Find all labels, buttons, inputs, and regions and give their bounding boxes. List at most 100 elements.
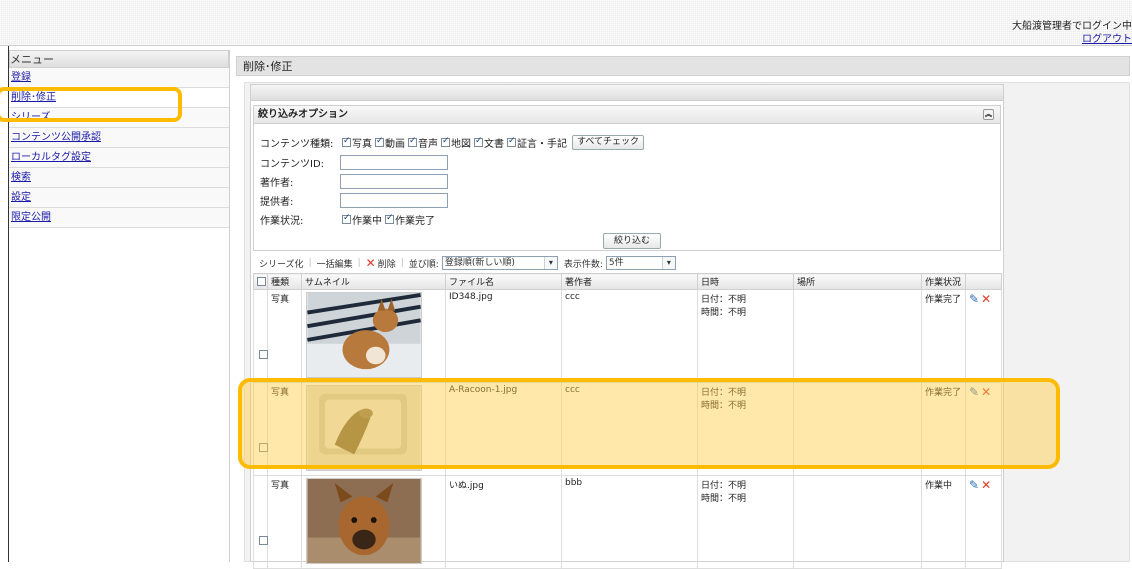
login-info: 大船渡管理者でログイン中 ログアウト bbox=[1012, 20, 1132, 46]
status-label: 作業状況: bbox=[260, 215, 304, 227]
filter-header: 絞り込みオプション ︽ bbox=[254, 106, 1000, 124]
column-header-datetime: 日時 bbox=[697, 273, 794, 290]
document-checkbox-label: 文書 bbox=[484, 138, 504, 150]
sidebar-link-content-approval[interactable]: コンテンツ公開承認 bbox=[11, 132, 101, 143]
toolbar-separator: | bbox=[308, 258, 312, 268]
map-checkbox[interactable] bbox=[441, 136, 450, 147]
row-select-cell bbox=[253, 289, 268, 383]
delete-x-icon[interactable]: ✕ bbox=[981, 385, 991, 399]
edit-pencil-icon[interactable]: ✎ bbox=[969, 292, 979, 306]
menu-title: メニュー bbox=[9, 50, 229, 68]
row-filename: ID348.jpg bbox=[445, 289, 562, 383]
row-filename: いぬ.jpg bbox=[445, 475, 562, 569]
sidebar-link-series[interactable]: シリーズ bbox=[11, 112, 51, 123]
row-thumbnail-cell bbox=[301, 289, 446, 383]
content-id-input[interactable] bbox=[340, 154, 448, 170]
sort-label: 並び順: bbox=[408, 259, 439, 270]
top-header-bar: 大船渡管理者でログイン中 ログアウト bbox=[0, 0, 1132, 46]
status-done-checkbox[interactable] bbox=[385, 213, 394, 224]
row-checkbox[interactable] bbox=[259, 535, 268, 545]
sort-select[interactable]: 登録順(新しい順) ▾ bbox=[441, 256, 558, 270]
sidebar-item-register[interactable]: 登録 bbox=[9, 68, 229, 88]
content-id-label: コンテンツID: bbox=[260, 158, 325, 170]
row-date: 日付：不明 bbox=[701, 295, 747, 305]
delete-x-icon[interactable]: ✕ bbox=[981, 478, 991, 492]
delete-icon: ✕ bbox=[365, 256, 376, 270]
row-type: 写真 bbox=[267, 475, 302, 569]
photo-checkbox-label: 写真 bbox=[352, 138, 372, 150]
column-header-filename: ファイル名 bbox=[445, 273, 562, 290]
sidebar-link-search[interactable]: 検索 bbox=[11, 172, 31, 183]
dog-thumbnail[interactable] bbox=[306, 292, 422, 378]
series-button[interactable]: シリーズ化 bbox=[259, 257, 304, 270]
column-header-status: 作業状況 bbox=[921, 273, 966, 290]
status-done-label: 作業完了 bbox=[395, 215, 435, 227]
testimony-checkbox-label: 証言・手記 bbox=[517, 138, 567, 150]
delete-x-icon[interactable]: ✕ bbox=[981, 292, 991, 306]
sidebar-item-series[interactable]: シリーズ bbox=[9, 108, 229, 128]
status-row: 作業状況: 作業中 作業完了 bbox=[260, 211, 436, 227]
status-working-checkbox[interactable] bbox=[342, 213, 351, 224]
row-place bbox=[793, 475, 922, 569]
collapse-icon[interactable]: ︽ bbox=[983, 109, 994, 120]
content-id-row: コンテンツID: bbox=[260, 154, 448, 170]
select-all-header bbox=[253, 273, 268, 290]
edit-pencil-icon[interactable]: ✎ bbox=[969, 385, 979, 399]
count-select-value: 5件 bbox=[608, 258, 624, 268]
document-checkbox[interactable] bbox=[474, 136, 483, 147]
sidebar-item-local-tag[interactable]: ローカルタグ設定 bbox=[9, 148, 229, 168]
table-row: 写真 ID348.jpg ccc 日付：不明 時間：不明 作業完了 ✎ ✕ bbox=[253, 289, 1002, 383]
sidebar-item-content-approval[interactable]: コンテンツ公開承認 bbox=[9, 128, 229, 148]
row-select-cell bbox=[253, 382, 268, 476]
puppy-thumbnail[interactable] bbox=[306, 478, 422, 564]
provider-input[interactable] bbox=[340, 192, 448, 208]
row-actions: ✎ ✕ bbox=[965, 289, 1002, 383]
count-select[interactable]: 5件 ▾ bbox=[605, 256, 676, 270]
row-place bbox=[793, 289, 922, 383]
row-actions: ✎ ✕ bbox=[965, 475, 1002, 569]
row-datetime: 日付：不明時間：不明 bbox=[697, 289, 794, 383]
photo-checkbox[interactable] bbox=[342, 136, 351, 147]
bulk-edit-button[interactable]: 一括編集 bbox=[317, 257, 353, 270]
sidebar-item-settings[interactable]: 設定 bbox=[9, 188, 229, 208]
row-time: 時間：不明 bbox=[701, 308, 747, 318]
provider-label: 提供者: bbox=[260, 196, 294, 208]
chevron-down-icon: ▾ bbox=[661, 257, 675, 269]
row-time: 時間：不明 bbox=[701, 401, 747, 411]
sidebar-item-search[interactable]: 検索 bbox=[9, 168, 229, 188]
row-type: 写真 bbox=[267, 289, 302, 383]
edit-pencil-icon[interactable]: ✎ bbox=[969, 478, 979, 492]
sidebar-item-delete-edit[interactable]: 削除･修正 bbox=[9, 88, 229, 108]
sidebar-link-settings[interactable]: 設定 bbox=[11, 192, 31, 203]
audio-checkbox[interactable] bbox=[408, 136, 417, 147]
row-thumbnail-cell bbox=[301, 382, 446, 476]
login-status-text: 大船渡管理者でログイン中 bbox=[1012, 21, 1132, 32]
sidebar-menu: メニュー 登録 削除･修正 シリーズ コンテンツ公開承認 ローカルタグ設定 検索… bbox=[9, 50, 230, 562]
delete-button[interactable]: 削除 bbox=[378, 257, 396, 270]
row-actions: ✎ ✕ bbox=[965, 382, 1002, 476]
logout-link[interactable]: ログアウト bbox=[1082, 34, 1132, 45]
author-input[interactable] bbox=[340, 173, 448, 189]
table-row: 写真 A-Racoon-1.jpg ccc 日付：不明 時間：不明 作業完了 ✎ ✕ bbox=[253, 382, 1002, 476]
sidebar-item-limited-public[interactable]: 限定公開 bbox=[9, 208, 229, 228]
sidebar-link-delete-edit[interactable]: 削除･修正 bbox=[11, 92, 56, 103]
row-author: ccc bbox=[561, 382, 698, 476]
audio-checkbox-label: 音声 bbox=[418, 138, 438, 150]
content-type-row: コンテンツ種類: 写真 動画 音声 地図 文書 証言・手記 すべてチェック bbox=[260, 134, 645, 150]
content-type-label: コンテンツ種類: bbox=[260, 138, 334, 150]
video-checkbox[interactable] bbox=[375, 136, 384, 147]
list-toolbar: シリーズ化 | 一括編集 | ✕ 削除 | 並び順: 登録順(新しい順) ▾ 表… bbox=[253, 255, 1001, 271]
raccoon-thumbnail[interactable] bbox=[306, 385, 422, 471]
row-time: 時間：不明 bbox=[701, 494, 747, 504]
select-all-checkbox[interactable] bbox=[257, 276, 266, 286]
sidebar-link-register[interactable]: 登録 bbox=[11, 72, 31, 83]
row-checkbox[interactable] bbox=[259, 349, 268, 359]
row-datetime: 日付：不明 時間：不明 bbox=[697, 475, 794, 569]
filter-submit-button[interactable]: 絞り込む bbox=[603, 233, 661, 249]
sidebar-link-local-tag[interactable]: ローカルタグ設定 bbox=[11, 152, 91, 163]
testimony-checkbox[interactable] bbox=[507, 136, 516, 147]
sidebar-link-limited-public[interactable]: 限定公開 bbox=[11, 212, 51, 223]
page-title: 削除･修正 bbox=[236, 56, 1130, 76]
row-checkbox[interactable] bbox=[259, 442, 268, 452]
check-all-button[interactable]: すべてチェック bbox=[572, 134, 645, 150]
